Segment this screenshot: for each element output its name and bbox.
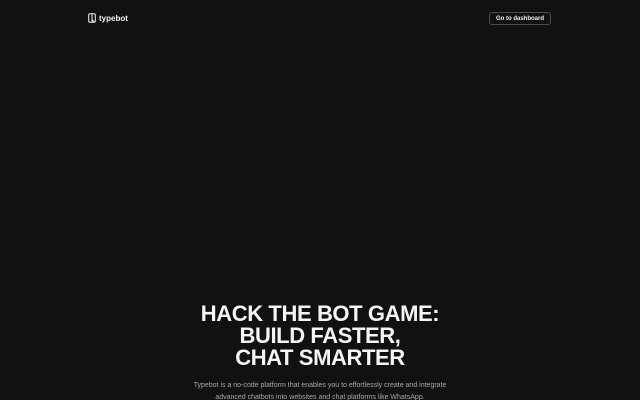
hero-title: HACK THE BOT GAME: BUILD FASTER, CHAT SM… <box>0 303 640 369</box>
brand-link[interactable]: typebot <box>88 13 128 23</box>
hero-title-line: BUILD FASTER, <box>239 323 401 348</box>
top-navigation: typebot Go to dashboard <box>88 10 551 26</box>
landing-page: typebot Go to dashboard HACK THE BOT GAM… <box>0 0 640 400</box>
go-to-dashboard-button[interactable]: Go to dashboard <box>489 11 551 25</box>
hero-title-line: HACK THE BOT GAME: <box>200 301 440 326</box>
brand-name: typebot <box>99 13 128 23</box>
hero-subtitle: Typebot is a no-code platform that enabl… <box>193 382 447 400</box>
hero-title-line: CHAT SMARTER <box>235 345 405 370</box>
typebot-logo-icon <box>88 13 96 23</box>
hero-section: HACK THE BOT GAME: BUILD FASTER, CHAT SM… <box>0 303 640 400</box>
